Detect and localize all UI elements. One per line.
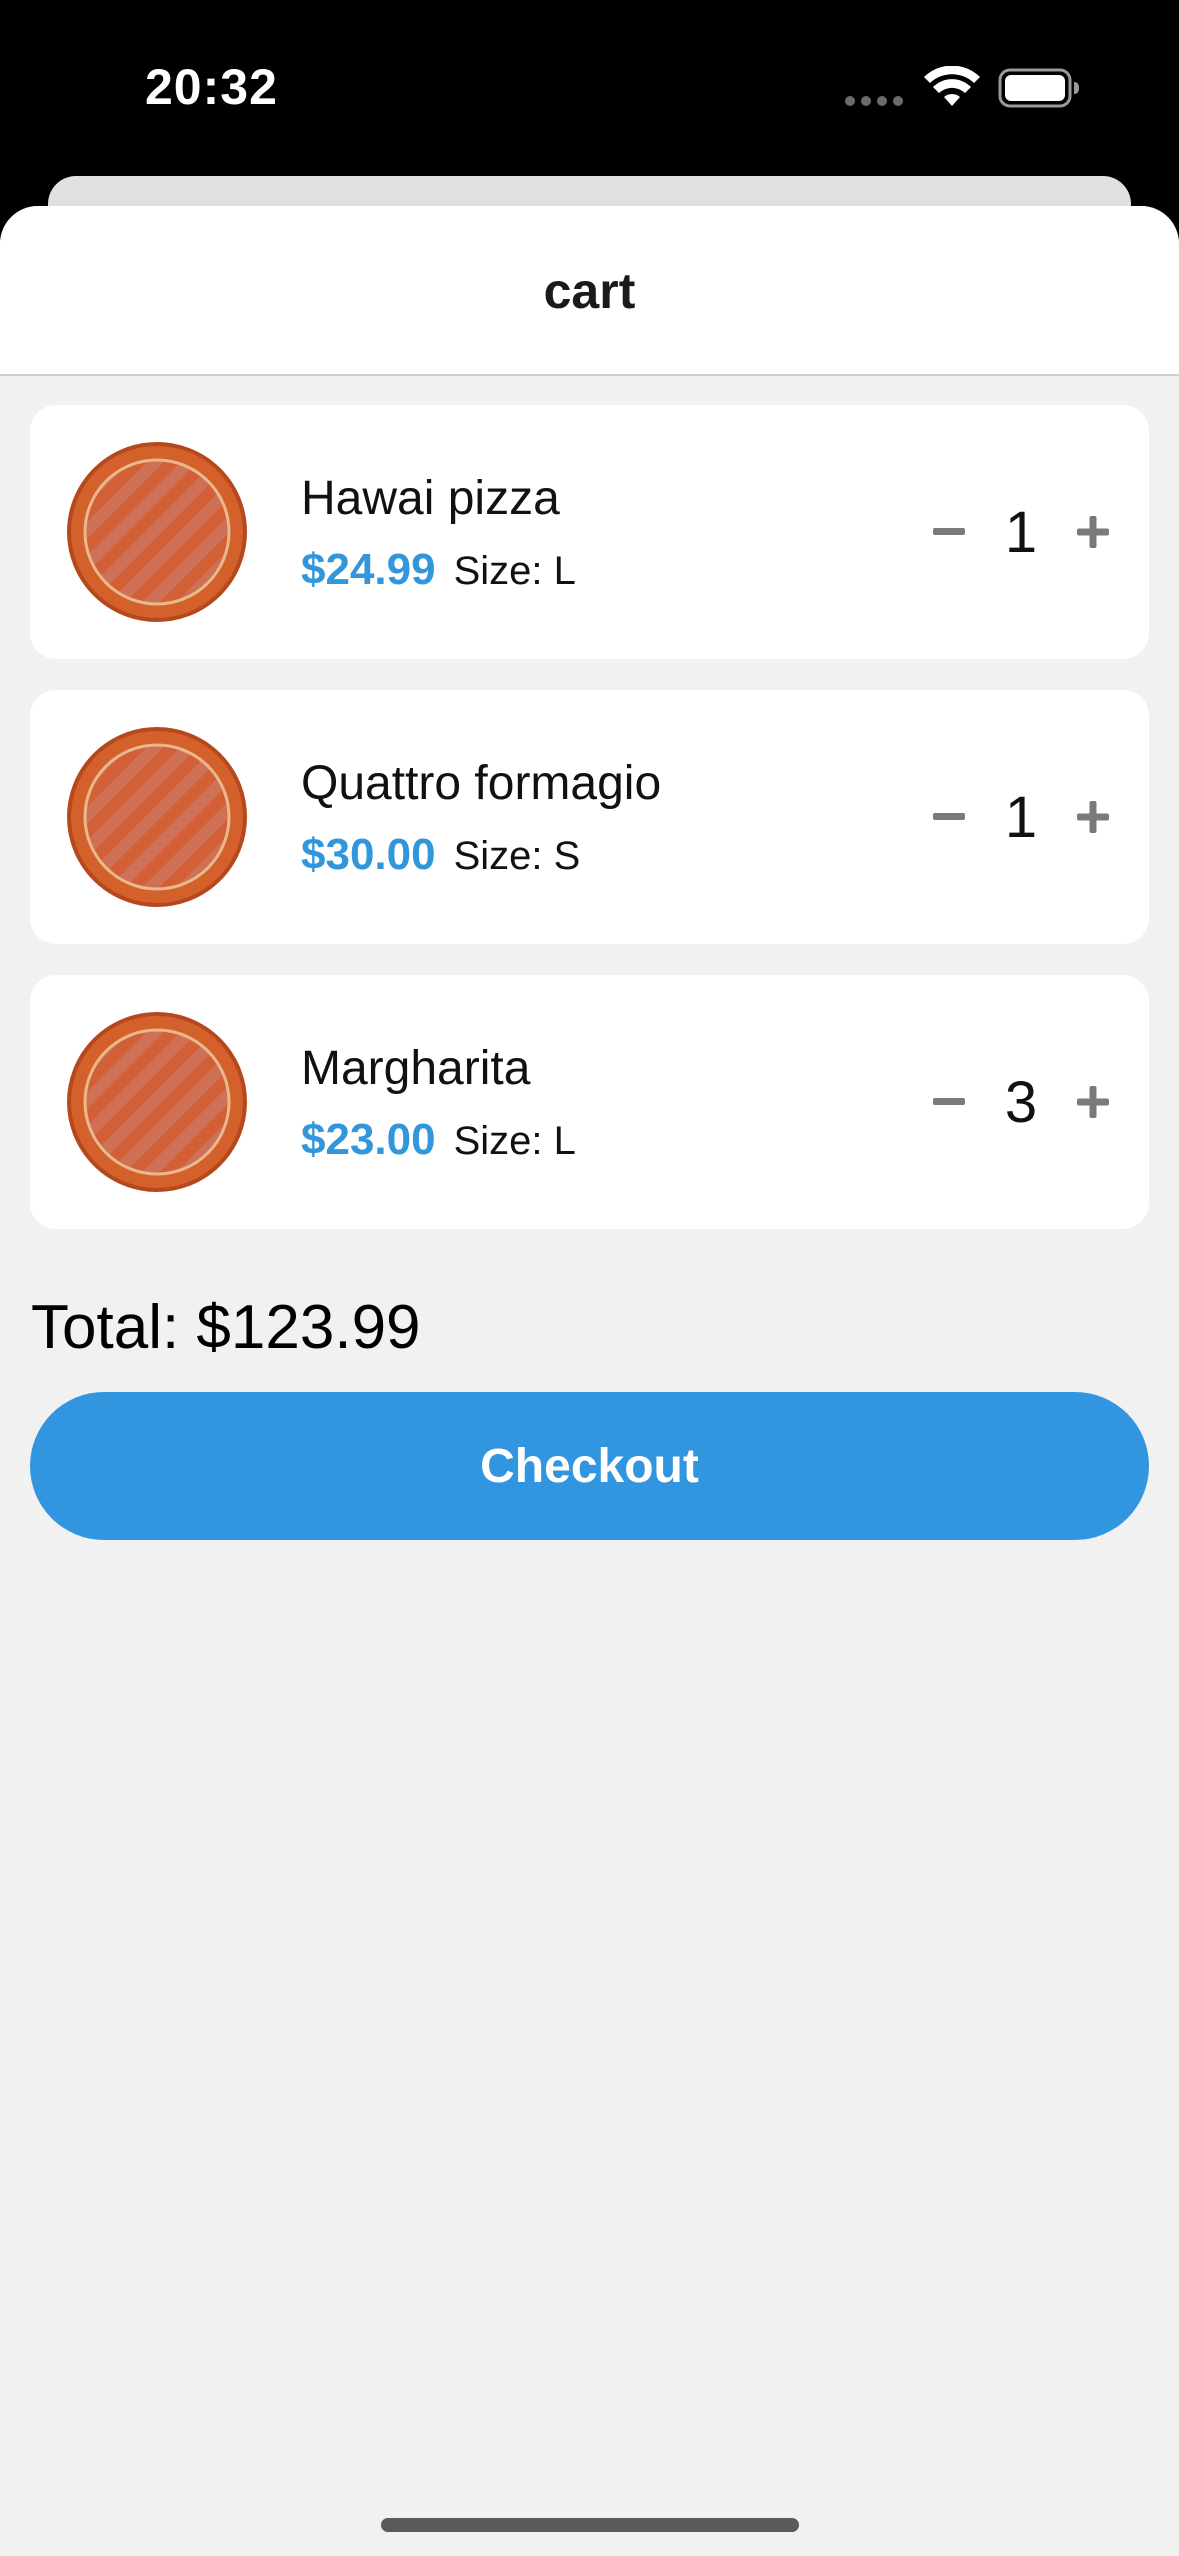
page-title: cart <box>543 263 636 319</box>
cellular-signal-icon <box>845 96 903 106</box>
item-price: $23.00 <box>301 1115 436 1164</box>
plus-icon <box>1077 801 1109 833</box>
item-name: Hawai pizza <box>301 472 560 525</box>
quantity-stepper: 1 <box>921 405 1121 659</box>
item-price: $30.00 <box>301 830 436 879</box>
wifi-icon <box>924 66 980 106</box>
decrease-quantity-button[interactable] <box>921 789 977 845</box>
plus-icon <box>1077 516 1109 548</box>
status-time: 20:32 <box>145 59 278 115</box>
quantity-stepper: 3 <box>921 975 1121 1229</box>
item-meta: $23.00 Size: L <box>301 1115 576 1165</box>
cart-total: Total: $123.99 <box>31 1293 421 1362</box>
pizza-icon <box>67 727 247 907</box>
item-name: Quattro formagio <box>301 757 662 810</box>
app-screen: 20:32 cart Hawai pizza $24.99 Size: L 1 … <box>0 0 1179 2556</box>
home-indicator[interactable] <box>381 2518 799 2532</box>
minus-icon <box>933 813 965 820</box>
item-size: Size: L <box>453 1119 576 1163</box>
quantity-stepper: 1 <box>921 690 1121 944</box>
quantity-value: 3 <box>1004 1069 1038 1135</box>
status-bar: 20:32 <box>0 0 1179 180</box>
increase-quantity-button[interactable] <box>1065 1074 1121 1130</box>
cart-sheet: cart Hawai pizza $24.99 Size: L 1 Quattr… <box>0 206 1179 2556</box>
quantity-value: 1 <box>1004 784 1038 850</box>
item-name: Margharita <box>301 1042 531 1095</box>
cart-item: Hawai pizza $24.99 Size: L 1 <box>30 405 1149 659</box>
item-size: Size: L <box>453 549 576 593</box>
quantity-value: 1 <box>1004 499 1038 565</box>
minus-icon <box>933 1098 965 1105</box>
item-meta: $24.99 Size: L <box>301 545 576 595</box>
item-meta: $30.00 Size: S <box>301 830 580 880</box>
cart-list: Hawai pizza $24.99 Size: L 1 Quattro for… <box>30 405 1149 1260</box>
pizza-icon <box>67 442 247 622</box>
item-size: Size: S <box>453 834 581 878</box>
pizza-icon <box>67 1012 247 1192</box>
plus-icon <box>1077 1086 1109 1118</box>
sheet-header: cart <box>0 206 1179 376</box>
cart-item: Margharita $23.00 Size: L 3 <box>30 975 1149 1229</box>
battery-icon <box>998 68 1079 108</box>
decrease-quantity-button[interactable] <box>921 504 977 560</box>
decrease-quantity-button[interactable] <box>921 1074 977 1130</box>
cart-item: Quattro formagio $30.00 Size: S 1 <box>30 690 1149 944</box>
increase-quantity-button[interactable] <box>1065 789 1121 845</box>
item-price: $24.99 <box>301 545 436 594</box>
increase-quantity-button[interactable] <box>1065 504 1121 560</box>
checkout-button[interactable]: Checkout <box>30 1392 1149 1540</box>
minus-icon <box>933 528 965 535</box>
